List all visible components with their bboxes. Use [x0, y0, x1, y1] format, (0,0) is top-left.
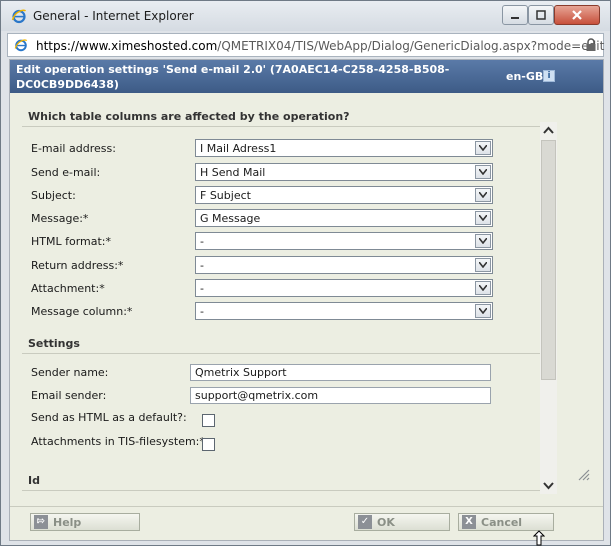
sender-name-input[interactable] [191, 365, 490, 380]
message-column-select[interactable]: - [195, 302, 493, 320]
attachments-filesystem-label: Attachments in TIS-filesystem:* [31, 435, 205, 448]
html-format-select[interactable]: - [195, 232, 493, 250]
x-icon: X [462, 515, 476, 529]
email-sender-field[interactable] [190, 387, 491, 404]
url-host: https://www.ximeshosted.com [36, 39, 218, 53]
chevron-down-icon[interactable] [475, 258, 491, 272]
help-button[interactable]: ⇰ Help [30, 513, 140, 531]
message-value: G Message [200, 212, 261, 225]
send-html-label: Send as HTML as a default?: [31, 411, 187, 424]
minimize-button[interactable] [502, 5, 528, 25]
sender-name-label: Sender name: [31, 366, 109, 379]
send-email-select[interactable]: H Send Mail [195, 163, 493, 181]
chevron-down-icon[interactable] [475, 165, 491, 179]
subject-label: Subject: [31, 189, 76, 202]
send-email-label: Send e-mail: [31, 166, 101, 179]
chevron-down-icon[interactable] [475, 304, 491, 318]
help-button-label: Help [53, 516, 82, 529]
section-divider [22, 353, 544, 354]
html-format-label: HTML format:* [31, 235, 112, 248]
minimize-icon [511, 17, 519, 19]
chevron-down-icon[interactable] [475, 281, 491, 295]
scrollbar-thumb[interactable] [541, 140, 556, 380]
attachment-label: Attachment:* [31, 282, 105, 295]
url-path: /QMETRIX04/TIS/WebApp/Dialog/GenericDial… [217, 39, 605, 53]
cancel-button[interactable]: X Cancel [458, 513, 554, 531]
dialog-footer: ⇰ Help ✓ OK X Cancel [10, 506, 603, 540]
close-button[interactable] [554, 5, 600, 25]
columns-section-title: Which table columns are affected by the … [28, 110, 350, 123]
address-bar[interactable]: https://www.ximeshosted.com/QMETRIX04/TI… [7, 33, 604, 57]
title-bar[interactable]: General - Internet Explorer [1, 1, 610, 31]
chevron-down-icon[interactable] [475, 188, 491, 202]
chevron-down-icon[interactable] [475, 234, 491, 248]
email-address-select[interactable]: I Mail Adress1 [195, 139, 493, 157]
settings-section-title: Settings [28, 337, 80, 350]
send-email-value: H Send Mail [200, 166, 266, 179]
close-icon [572, 10, 582, 20]
ok-button-label: OK [377, 516, 395, 529]
info-icon[interactable]: i [543, 70, 555, 82]
email-sender-label: Email sender: [31, 389, 107, 402]
subject-value: F Subject [200, 189, 251, 202]
cancel-button-label: Cancel [481, 516, 523, 529]
dialog-header: Edit operation settings 'Send e-mail 2.0… [10, 60, 603, 93]
chevron-up-icon [543, 126, 554, 134]
message-column-label: Message column:* [31, 305, 133, 318]
scroll-down-button[interactable] [540, 477, 557, 494]
help-icon: ⇰ [34, 515, 48, 529]
attachment-select[interactable]: - [195, 279, 493, 297]
dialog-content: Which table columns are affected by the … [22, 104, 556, 494]
scroll-up-button[interactable] [540, 122, 557, 139]
lock-icon[interactable] [585, 38, 597, 52]
resize-grip-icon[interactable] [576, 467, 590, 481]
subject-select[interactable]: F Subject [195, 186, 493, 204]
sender-name-field[interactable] [190, 364, 491, 381]
email-address-value: I Mail Adress1 [200, 142, 277, 155]
url-text[interactable]: https://www.ximeshosted.com/QMETRIX04/TI… [36, 39, 604, 53]
vertical-scrollbar[interactable] [540, 122, 557, 494]
dialog-title: Edit operation settings 'Send e-mail 2.0… [16, 63, 450, 91]
language-label[interactable]: en-GB [506, 70, 543, 83]
operation-settings-dialog: Edit operation settings 'Send e-mail 2.0… [9, 59, 604, 541]
window-title: General - Internet Explorer [33, 9, 194, 23]
return-address-label: Return address:* [31, 259, 124, 272]
section-divider [22, 126, 544, 127]
attachment-value: - [200, 282, 204, 295]
chevron-down-icon [543, 482, 554, 490]
chevron-down-icon[interactable] [475, 141, 491, 155]
mouse-cursor-icon [533, 530, 545, 546]
browser-window: General - Internet Explorer https://www.… [0, 0, 611, 546]
message-column-value: - [200, 305, 204, 318]
section-divider [22, 490, 544, 491]
internet-explorer-icon [14, 39, 28, 52]
email-sender-input[interactable] [191, 388, 490, 403]
message-label: Message:* [31, 212, 89, 225]
maximize-button[interactable] [528, 5, 554, 25]
email-address-label: E-mail address: [31, 142, 116, 155]
check-icon: ✓ [358, 515, 372, 529]
internet-explorer-icon [11, 9, 27, 24]
id-section-title: Id [28, 474, 40, 487]
attachments-filesystem-checkbox[interactable] [202, 438, 215, 451]
send-html-checkbox[interactable] [202, 414, 215, 427]
chevron-down-icon[interactable] [475, 211, 491, 225]
message-select[interactable]: G Message [195, 209, 493, 227]
ok-button[interactable]: ✓ OK [354, 513, 450, 531]
html-format-value: - [200, 235, 204, 248]
return-address-select[interactable]: - [195, 256, 493, 274]
return-address-value: - [200, 259, 204, 272]
maximize-icon [536, 10, 546, 20]
